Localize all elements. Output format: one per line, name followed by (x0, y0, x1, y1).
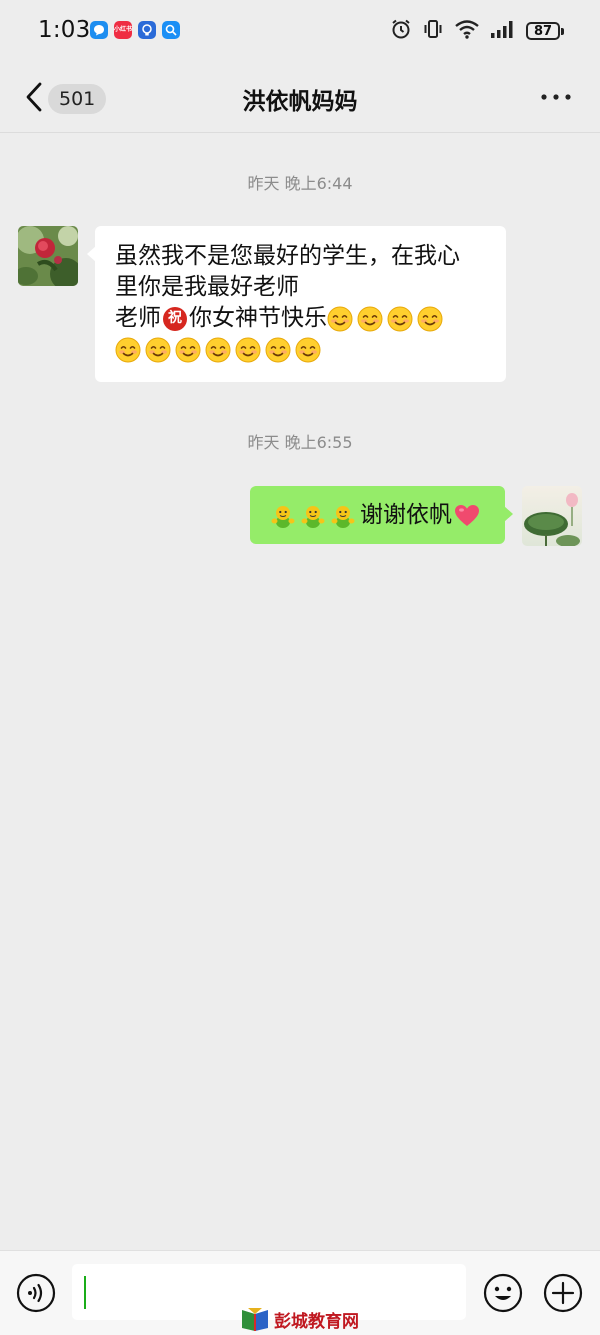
voice-button[interactable] (16, 1273, 56, 1313)
status-indicators: 87 (390, 18, 564, 44)
message-line: 里你是我最好老师 (115, 274, 299, 300)
contact-avatar[interactable] (18, 226, 78, 286)
smile-emoji (327, 306, 353, 332)
smile-emoji (115, 337, 141, 363)
lightbulb-icon (138, 21, 156, 39)
message-line: 谢谢依帆 (270, 500, 505, 531)
message-text: 你女神节快乐 (189, 305, 327, 331)
smile-emoji (175, 337, 201, 363)
xiaohongshu-icon: 小红书 (114, 21, 132, 39)
smile-emoji (145, 337, 171, 363)
message-line: 虽然我不是您最好的学生，在我心 (115, 243, 460, 269)
status-app-icons: 小红书 (90, 21, 180, 39)
nav-divider (0, 132, 600, 133)
frog-emoji (300, 503, 326, 529)
my-avatar[interactable] (522, 486, 582, 546)
alarm-icon (390, 18, 412, 44)
chevron-left-icon (26, 82, 42, 112)
plus-icon (543, 1273, 583, 1313)
frog-emoji (270, 503, 296, 529)
vibrate-icon (422, 18, 444, 44)
smile-emoji (417, 306, 443, 332)
more-button[interactable] (536, 84, 576, 110)
chat-title: 洪依帆妈妈 (242, 89, 358, 115)
incoming-message-bubble[interactable]: 虽然我不是您最好的学生，在我心 里你是我最好老师 老师 祝 你女神节快乐 (87, 226, 506, 382)
message-timestamp: 昨天 晚上6:44 (247, 174, 353, 193)
back-button[interactable] (18, 79, 50, 115)
emoji-button[interactable] (483, 1273, 523, 1313)
chat-screen: 1:03 小红书 87 501 洪依帆妈妈 昨天 晚上6:44 虽然我不是您最好… (0, 0, 600, 1335)
text-cursor (84, 1276, 86, 1309)
emoji-smiley-icon (483, 1273, 523, 1313)
message-text: 谢谢依帆 (360, 502, 452, 528)
outgoing-message-bubble[interactable]: 谢谢依帆 (250, 486, 513, 544)
frog-emoji (330, 503, 356, 529)
chat-bubble-icon (90, 21, 108, 39)
message-text: 老师 (115, 305, 161, 331)
search-app-icon (162, 21, 180, 39)
watermark-text: 彭城教育网 (274, 1312, 359, 1332)
smile-emoji (387, 306, 413, 332)
watermark: 彭城教育网 (240, 1307, 359, 1332)
smile-emoji (205, 337, 231, 363)
status-bar: 1:03 小红书 87 (0, 0, 600, 62)
smile-emoji (235, 337, 261, 363)
message-line (115, 334, 506, 365)
open-book-logo-icon (242, 1307, 268, 1331)
message-timestamp: 昨天 晚上6:55 (247, 433, 353, 452)
voice-icon (16, 1273, 56, 1313)
smile-emoji (295, 337, 321, 363)
more-dots-icon (541, 94, 571, 100)
smile-emoji (357, 306, 383, 332)
message-line: 老师 祝 你女神节快乐 (115, 303, 506, 334)
add-button[interactable] (543, 1273, 583, 1313)
blessing-emoji: 祝 (163, 306, 187, 331)
nav-bar: 501 洪依帆妈妈 (0, 62, 600, 132)
heart-emoji (454, 503, 480, 529)
battery-icon: 87 (526, 22, 564, 40)
smile-emoji (265, 337, 291, 363)
wifi-icon (454, 19, 480, 43)
unread-count-badge[interactable]: 501 (48, 84, 107, 114)
status-time: 1:03 (38, 17, 91, 43)
signal-icon (490, 20, 516, 42)
